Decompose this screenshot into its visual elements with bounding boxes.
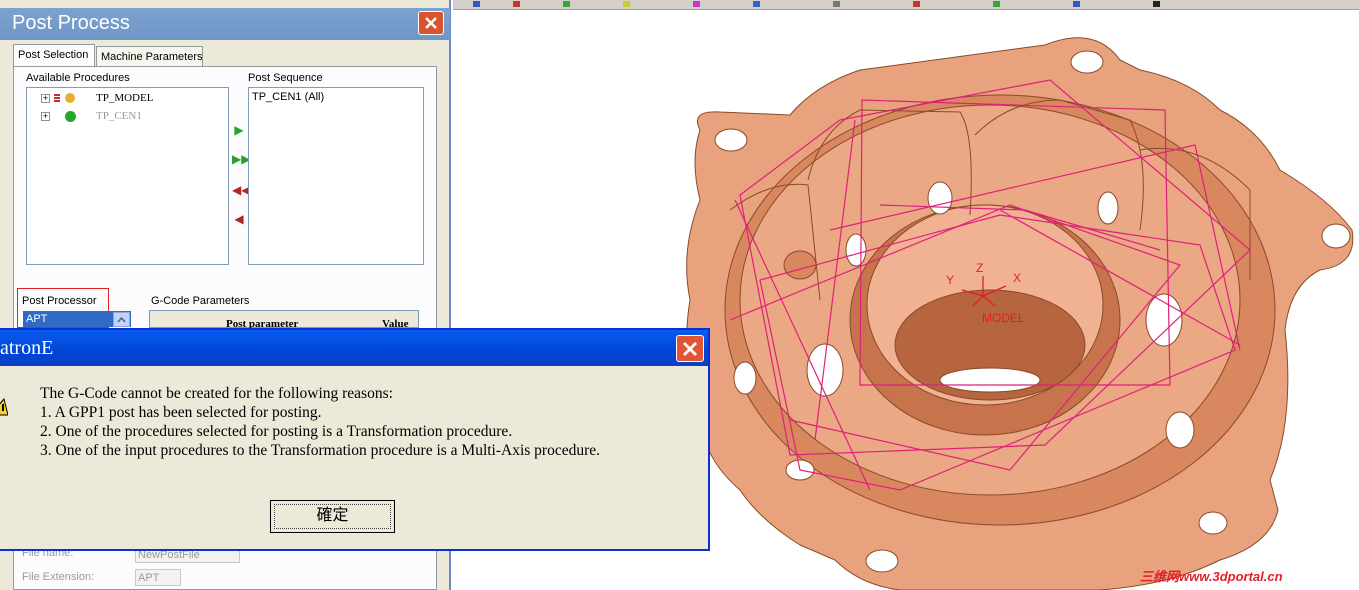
panel-close-button[interactable] <box>418 11 444 35</box>
warning-icon <box>0 398 8 416</box>
dialog-title-bar[interactable]: atronE <box>0 330 708 366</box>
available-procedures-label: Available Procedures <box>26 72 130 84</box>
checkmark-icon <box>65 111 76 122</box>
error-line-3: 2. One of the procedures selected for po… <box>40 423 513 440</box>
add-all-arrow-icon[interactable]: ▶▶ <box>232 152 250 166</box>
panel-title: Post Process <box>12 12 130 34</box>
axis-label-z: Z <box>976 261 983 275</box>
remove-one-arrow-icon[interactable]: ◀ <box>232 212 246 226</box>
gcode-grid-header: Post parameter Value <box>149 310 419 330</box>
tree-item-tp-cen1[interactable]: + TP_CEN1 <box>40 108 220 124</box>
model-label: MODEL <box>982 311 1025 325</box>
procedure-label: TP_CEN1 <box>96 110 142 122</box>
post-processor-label: Post Processor <box>22 295 97 307</box>
dialog-title: atronE <box>0 337 54 359</box>
available-procedures-list[interactable]: + TP_MODEL + TP_CEN1 <box>26 87 229 265</box>
sequence-item[interactable]: TP_CEN1 (All) <box>252 89 324 105</box>
error-line-1: The G-Code cannot be created for the fol… <box>40 385 393 402</box>
ok-button-label: 確定 <box>316 507 349 524</box>
watermark: 三维网www.3dportal.cn <box>1140 569 1283 584</box>
axis-label-y: Y <box>946 273 954 287</box>
expand-icon[interactable]: + <box>41 112 50 121</box>
chevron-up-icon <box>117 316 126 323</box>
post-sequence-label: Post Sequence <box>248 72 323 84</box>
procedure-icon <box>65 93 75 103</box>
axis-label-x: X <box>1013 271 1021 285</box>
tab-machine-parameters[interactable]: Machine Parameters <box>96 46 203 68</box>
gcode-parameters-label: G-Code Parameters <box>151 295 250 307</box>
error-line-2: 1. A GPP1 post has been selected for pos… <box>40 404 322 421</box>
file-extension-label: File Extension: <box>22 571 95 583</box>
scroll-up-button[interactable] <box>113 312 130 327</box>
close-icon <box>683 342 697 356</box>
procedure-label: TP_MODEL <box>96 92 154 104</box>
list-icon <box>54 94 60 102</box>
error-line-4: 3. One of the input procedures to the Tr… <box>40 442 601 459</box>
file-extension-field[interactable]: APT <box>135 569 181 586</box>
expand-icon[interactable]: + <box>41 94 50 103</box>
close-icon <box>425 17 437 29</box>
add-one-arrow-icon[interactable]: ▶ <box>232 123 246 137</box>
panel-title-bar[interactable]: Post Process <box>0 8 450 40</box>
remove-all-arrow-icon[interactable]: ◀◀ <box>232 183 250 197</box>
dialog-close-button[interactable] <box>676 335 704 362</box>
ok-button[interactable]: 確定 <box>270 500 395 533</box>
tab-post-selection[interactable]: Post Selection <box>13 44 95 68</box>
error-dialog: atronE The G-Code cannot be created for … <box>0 328 710 551</box>
post-sequence-list[interactable]: TP_CEN1 (All) <box>248 87 424 265</box>
tree-item-tp-model[interactable]: + TP_MODEL <box>40 90 220 106</box>
